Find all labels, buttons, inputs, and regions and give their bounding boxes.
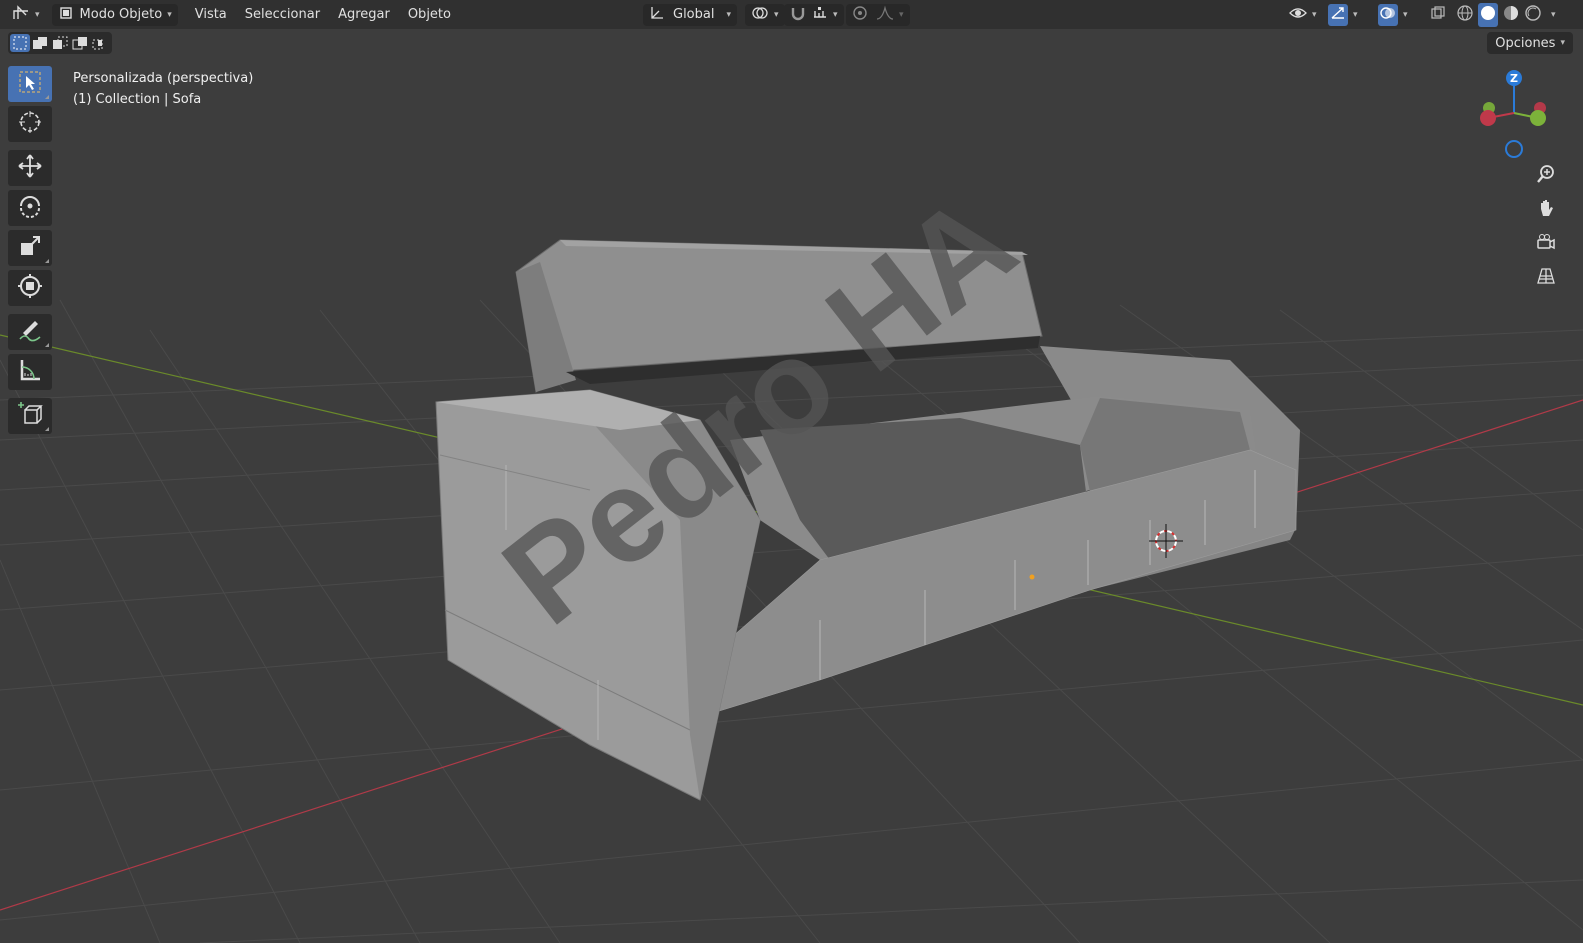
transform-orientation-dropdown[interactable]: Global ▾: [643, 3, 737, 26]
chevron-down-icon: ▾: [833, 9, 838, 20]
transform-icon: [17, 273, 43, 303]
tool-rotate[interactable]: [8, 190, 52, 226]
tool-move[interactable]: [8, 150, 52, 186]
tool-add-cube[interactable]: [8, 398, 52, 434]
proportional-group[interactable]: ▾: [846, 3, 910, 26]
options-dropdown[interactable]: Opciones ▾: [1487, 32, 1573, 54]
header-bar: ▾ Modo Objeto ▾ Vista Seleccionar Agrega…: [0, 0, 1583, 29]
menu-agregar[interactable]: Agregar: [329, 4, 399, 26]
shading-group: ▾: [1450, 2, 1562, 27]
pivot-point-icon: [751, 5, 769, 25]
chevron-down-icon: ▾: [1403, 9, 1408, 20]
xray-icon: [1430, 5, 1446, 25]
select-new-icon[interactable]: [10, 34, 30, 52]
xray-toggle[interactable]: [1424, 4, 1452, 26]
chevron-down-icon: ▾: [1312, 9, 1317, 20]
zoom-button[interactable]: [1531, 161, 1561, 191]
chevron-down-icon: ▾: [726, 9, 731, 20]
menu-objeto[interactable]: Objeto: [399, 4, 460, 26]
collection-line: (1) Collection | Sofa: [73, 92, 202, 107]
chevron-down-icon: ▾: [167, 9, 172, 20]
object-origin: [1029, 574, 1035, 580]
tool-shelf: [8, 66, 54, 438]
tool-cursor[interactable]: [8, 106, 52, 142]
proportional-editing-icon: [852, 5, 868, 25]
tool-variant-indicator: [45, 427, 49, 431]
material-preview-icon[interactable]: [1502, 4, 1520, 26]
falloff-curve-icon: [876, 5, 894, 25]
mode-dropdown[interactable]: Modo Objeto ▾: [51, 3, 178, 26]
pivot-point-dropdown[interactable]: ▾: [745, 3, 785, 26]
tool-scale[interactable]: [8, 230, 52, 266]
pan-button[interactable]: [1531, 195, 1561, 225]
select-intersect-icon[interactable]: [90, 34, 110, 52]
chevron-down-icon: ▾: [35, 9, 40, 20]
visibility-dropdown[interactable]: ▾: [1283, 4, 1323, 26]
perspective-toggle-button[interactable]: [1531, 263, 1561, 293]
view-name: Personalizada (perspectiva): [73, 71, 254, 86]
select-box-icon: [18, 70, 42, 98]
tool-variant-indicator: [45, 259, 49, 263]
move-icon: [17, 153, 43, 183]
transform-orientation-icon: [649, 5, 665, 25]
chevron-down-icon: ▾: [899, 9, 904, 20]
tool-measure[interactable]: [8, 354, 52, 390]
cursor-icon: [17, 109, 43, 139]
menu-vista[interactable]: Vista: [186, 4, 236, 26]
annotate-icon: [17, 317, 43, 347]
zoom-icon: [1536, 164, 1556, 188]
tool-variant-indicator: [45, 343, 49, 347]
mode-label: Modo Objeto: [79, 7, 163, 22]
snap-group[interactable]: ▾: [784, 3, 844, 26]
grid-perspective-icon: [1536, 266, 1556, 290]
overlays-icon: [1378, 3, 1398, 26]
editor-type-icon: [12, 4, 30, 25]
orientation-label: Global: [673, 7, 715, 22]
viewport-info: Personalizada (perspectiva) (1) Collecti…: [73, 68, 253, 110]
solid-icon[interactable]: [1478, 2, 1498, 27]
gizmo-icon: [1328, 3, 1348, 26]
snap-increment-icon: [812, 5, 828, 25]
object-mode-icon: [58, 5, 74, 25]
chevron-down-icon: ▾: [1353, 9, 1358, 20]
navigation-gizmo[interactable]: Z: [1472, 66, 1562, 166]
gizmo-toggle[interactable]: ▾: [1322, 3, 1364, 26]
hand-icon: [1536, 198, 1556, 222]
3d-viewport[interactable]: Pedro HA: [0, 0, 1583, 943]
camera-icon: [1536, 232, 1556, 256]
add-cube-icon: [17, 401, 43, 431]
select-invert-icon[interactable]: [70, 34, 90, 52]
menu-seleccionar[interactable]: Seleccionar: [236, 4, 329, 26]
options-label: Opciones: [1495, 35, 1556, 51]
gizmo-z-label: Z: [1510, 72, 1518, 85]
overlays-toggle[interactable]: ▾: [1372, 3, 1414, 26]
tool-variant-indicator: [45, 95, 49, 99]
wireframe-icon[interactable]: [1456, 4, 1474, 26]
chevron-down-icon: ▾: [1560, 38, 1565, 48]
camera-view-button[interactable]: [1531, 229, 1561, 259]
select-mode-group: [8, 32, 112, 54]
snap-magnet-icon: [790, 5, 806, 25]
measure-icon: [17, 357, 43, 387]
select-subtract-icon[interactable]: [50, 34, 70, 52]
chevron-down-icon: ▾: [774, 9, 779, 20]
tool-select-box[interactable]: [8, 66, 52, 102]
eye-icon: [1289, 5, 1307, 25]
scale-icon: [17, 233, 43, 263]
chevron-down-icon[interactable]: ▾: [1551, 10, 1556, 20]
tool-annotate[interactable]: [8, 314, 52, 350]
select-extend-icon[interactable]: [30, 34, 50, 52]
rendered-icon[interactable]: [1524, 4, 1542, 26]
editor-type-button[interactable]: ▾: [6, 4, 46, 26]
tool-transform[interactable]: [8, 270, 52, 306]
rotate-icon: [17, 193, 43, 223]
